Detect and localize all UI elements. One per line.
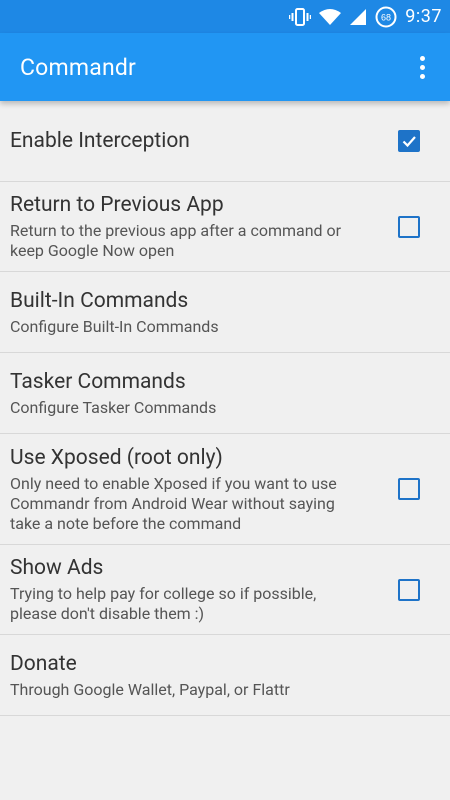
setting-title: Donate (10, 651, 77, 676)
checkmark-icon (402, 136, 416, 148)
setting-title: Built-In Commands (10, 288, 189, 313)
setting-return-to-previous-app[interactable]: Return to Previous App Return to the pre… (0, 182, 450, 272)
setting-title: Show Ads (10, 556, 104, 580)
setting-use-xposed[interactable]: Use Xposed (root only) Only need to enab… (0, 434, 450, 545)
cell-signal-icon (349, 8, 367, 26)
setting-summary: Configure Built-In Commands (10, 316, 219, 336)
vibrate-icon (289, 7, 312, 27)
show-ads-checkbox[interactable] (398, 578, 420, 601)
status-bar: 68 9:37 (0, 0, 450, 33)
setting-title: Use Xposed (root only) (10, 445, 223, 470)
setting-summary: Through Google Wallet, Paypal, or Flattr (10, 679, 290, 699)
enable-interception-checkbox[interactable] (398, 130, 420, 152)
setting-enable-interception[interactable]: Enable Interception (0, 101, 450, 182)
status-time: 9:37 (405, 6, 442, 27)
battery-level: 68 (381, 12, 391, 22)
wifi-icon (319, 8, 342, 26)
setting-show-ads[interactable]: Show Ads Trying to help pay for college … (0, 545, 450, 635)
setting-title: Tasker Commands (10, 369, 186, 394)
setting-tasker-commands[interactable]: Tasker Commands Configure Tasker Command… (0, 353, 450, 434)
setting-title: Enable Interception (10, 129, 190, 153)
overflow-menu-icon[interactable] (410, 47, 434, 87)
setting-donate[interactable]: Donate Through Google Wallet, Paypal, or… (0, 635, 450, 716)
setting-summary: Trying to help pay for college so if pos… (10, 584, 317, 623)
settings-list: Enable Interception Return to Previous A… (0, 101, 450, 716)
setting-summary: Only need to enable Xposed if you want t… (10, 473, 337, 533)
setting-title: Return to Previous App (10, 193, 224, 217)
setting-summary: Configure Tasker Commands (10, 397, 217, 417)
app-title: Commandr (20, 53, 137, 81)
return-to-previous-app-checkbox[interactable] (398, 215, 420, 238)
app-bar: Commandr (0, 33, 450, 101)
battery-icon: 68 (375, 6, 397, 28)
setting-summary: Return to the previous app after a comma… (10, 221, 342, 260)
use-xposed-checkbox[interactable] (398, 478, 420, 500)
setting-built-in-commands[interactable]: Built-In Commands Configure Built-In Com… (0, 272, 450, 353)
